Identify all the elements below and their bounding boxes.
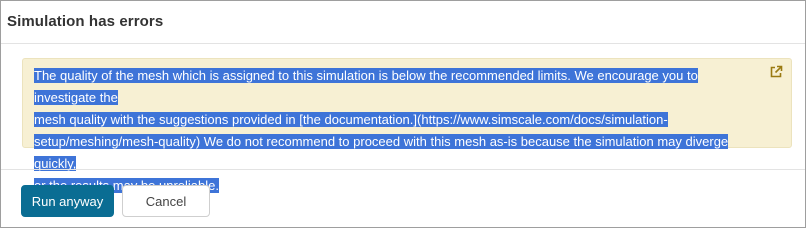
footer-divider <box>1 169 805 170</box>
dialog-header: Simulation has errors <box>1 1 805 44</box>
run-anyway-button[interactable]: Run anyway <box>21 185 114 217</box>
message-line-1: The quality of the mesh which is assigne… <box>34 68 698 105</box>
message-line-2: mesh quality with the suggestions provid… <box>34 112 668 127</box>
external-link-icon[interactable] <box>769 65 783 79</box>
warning-message-box: The quality of the mesh which is assigne… <box>22 58 792 193</box>
warning-message-text[interactable]: The quality of the mesh which is assigne… <box>34 65 762 197</box>
cancel-button[interactable]: Cancel <box>122 185 210 217</box>
simulation-errors-dialog: Simulation has errors The quality of the… <box>0 0 806 228</box>
message-line-3: setup/meshing/mesh-quality) We do not re… <box>34 134 729 171</box>
dialog-title: Simulation has errors <box>7 13 164 30</box>
